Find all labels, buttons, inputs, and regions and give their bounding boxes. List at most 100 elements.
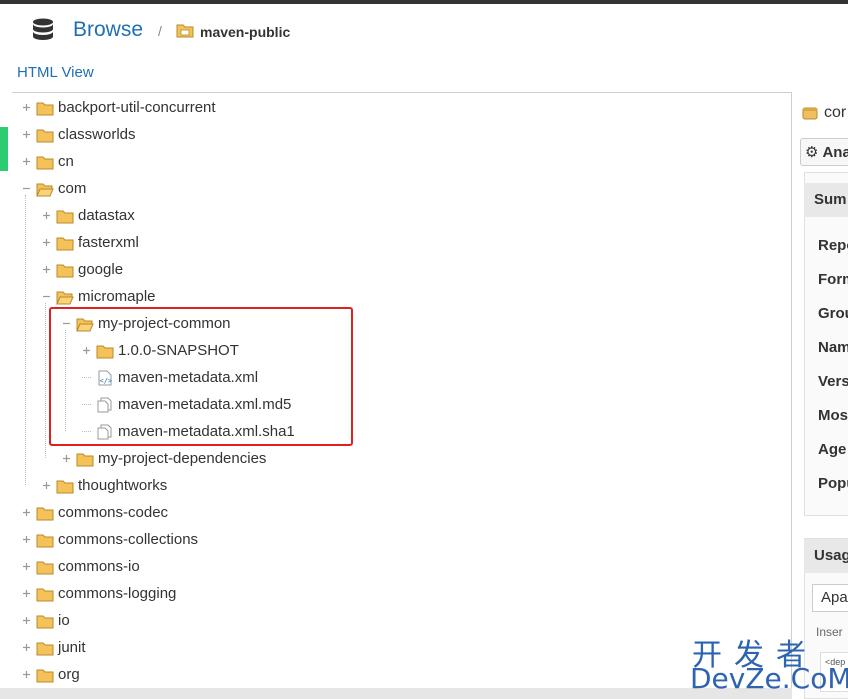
tree-node[interactable]: datastax bbox=[40, 202, 135, 229]
folder-icon bbox=[36, 532, 54, 548]
usage-format-select[interactable]: Apa bbox=[812, 584, 848, 612]
expand-icon[interactable] bbox=[20, 507, 32, 519]
tree-node[interactable]: commons-logging bbox=[20, 580, 176, 607]
folder-icon bbox=[36, 100, 54, 116]
tree-guide-line bbox=[25, 195, 26, 485]
tree-node-label: backport-util-concurrent bbox=[58, 99, 216, 116]
folder-icon bbox=[36, 127, 54, 143]
tree-node[interactable]: com bbox=[20, 175, 86, 202]
tree-guide-line bbox=[45, 303, 46, 458]
folder-icon bbox=[36, 505, 54, 521]
folder-icon bbox=[76, 451, 94, 467]
tree-node-label: thoughtworks bbox=[78, 477, 168, 494]
folder-icon bbox=[56, 208, 74, 224]
tree-node-label: org bbox=[58, 666, 80, 683]
repository-folder-icon bbox=[176, 24, 194, 38]
tree-node[interactable]: fasterxml bbox=[40, 229, 139, 256]
horizontal-scrollbar[interactable] bbox=[0, 688, 792, 699]
tree-node[interactable]: commons-codec bbox=[20, 499, 168, 526]
tree-node-label: commons-codec bbox=[58, 504, 169, 521]
tree-node-label: com bbox=[58, 180, 87, 197]
tree-node-label: io bbox=[58, 612, 70, 629]
expand-icon[interactable] bbox=[40, 237, 52, 249]
expand-icon[interactable] bbox=[20, 642, 32, 654]
highlight-box bbox=[49, 307, 353, 446]
tree-node-label: google bbox=[78, 261, 124, 278]
folder-icon bbox=[56, 262, 74, 278]
tree-node-label: junit bbox=[58, 639, 86, 656]
tree-node-label: datastax bbox=[78, 207, 135, 224]
component-icon bbox=[802, 107, 818, 120]
tree-node[interactable]: org bbox=[20, 661, 80, 688]
expand-icon[interactable] bbox=[20, 669, 32, 681]
folder-open-icon bbox=[56, 289, 74, 305]
tree-node-label: micromaple bbox=[78, 288, 156, 305]
summary-field-label: Vers bbox=[818, 373, 848, 390]
component-detail-panel: cor ⚙ Ana Sum Repo Form Grou Nam Vers Mos Age P… bbox=[792, 92, 848, 699]
expand-icon[interactable] bbox=[40, 480, 52, 492]
tree-node[interactable]: junit bbox=[20, 634, 86, 661]
expand-icon[interactable] bbox=[20, 129, 32, 141]
folder-open-icon bbox=[36, 181, 54, 197]
tree-node[interactable]: classworlds bbox=[20, 121, 136, 148]
component-name: cor bbox=[824, 104, 847, 121]
html-view-link[interactable]: HTML View bbox=[17, 64, 94, 81]
folder-icon bbox=[36, 613, 54, 629]
page-title[interactable]: Browse bbox=[73, 18, 143, 42]
expand-icon[interactable] bbox=[20, 588, 32, 600]
tree-node[interactable]: my-project-dependencies bbox=[60, 445, 266, 472]
expand-icon[interactable] bbox=[40, 264, 52, 276]
folder-icon bbox=[56, 478, 74, 494]
analyze-button[interactable]: ⚙ Ana bbox=[800, 138, 848, 166]
summary-field-label: Form bbox=[818, 271, 848, 288]
tree-node-label: fasterxml bbox=[78, 234, 139, 251]
summary-field-label: Repo bbox=[818, 237, 848, 254]
collapse-icon[interactable] bbox=[40, 291, 52, 303]
expand-icon[interactable] bbox=[40, 210, 52, 222]
database-icon bbox=[33, 18, 53, 40]
folder-icon bbox=[56, 235, 74, 251]
tree-node[interactable]: commons-collections bbox=[20, 526, 198, 553]
tree-node-label: classworlds bbox=[58, 126, 136, 143]
folder-icon bbox=[36, 559, 54, 575]
summary-field-label: Grou bbox=[818, 305, 848, 322]
expand-icon[interactable] bbox=[20, 156, 32, 168]
expand-icon[interactable] bbox=[20, 534, 32, 546]
tree-node[interactable]: micromaple bbox=[40, 283, 156, 310]
tree-node-label: commons-logging bbox=[58, 585, 177, 602]
summary-field-label: Nam bbox=[818, 339, 848, 356]
expand-icon[interactable] bbox=[20, 561, 32, 573]
expand-icon[interactable] bbox=[20, 102, 32, 114]
tree-node-label: commons-collections bbox=[58, 531, 199, 548]
code-snippet[interactable]: <dep bbox=[820, 652, 848, 692]
folder-icon bbox=[36, 586, 54, 602]
analyze-label: Ana bbox=[822, 143, 848, 161]
breadcrumb-repository[interactable]: maven-public bbox=[200, 24, 290, 40]
summary-field-label: Popu bbox=[818, 475, 848, 492]
tree-node[interactable]: io bbox=[20, 607, 70, 634]
expand-icon[interactable] bbox=[20, 615, 32, 627]
breadcrumb-separator: / bbox=[158, 23, 162, 39]
summary-header[interactable]: Sum bbox=[804, 183, 848, 217]
tree-node-label: commons-io bbox=[58, 558, 140, 575]
component-header: cor bbox=[802, 104, 846, 122]
folder-icon bbox=[36, 154, 54, 170]
expand-icon[interactable] bbox=[60, 453, 72, 465]
folder-icon bbox=[36, 640, 54, 656]
folder-icon bbox=[36, 667, 54, 683]
gear-icon: ⚙ bbox=[805, 144, 819, 161]
sidebar-accent bbox=[0, 127, 8, 171]
header: Browse / maven-public bbox=[0, 4, 848, 56]
collapse-icon[interactable] bbox=[20, 183, 32, 195]
tree-node[interactable]: cn bbox=[20, 148, 74, 175]
insert-label: Inser bbox=[816, 625, 843, 639]
tree-node-label: cn bbox=[58, 153, 74, 170]
tree-node[interactable]: commons-io bbox=[20, 553, 140, 580]
tree-node[interactable]: thoughtworks bbox=[40, 472, 167, 499]
tree-node[interactable]: google bbox=[40, 256, 123, 283]
tree-node[interactable]: backport-util-concurrent bbox=[20, 94, 216, 121]
summary-field-label: Age bbox=[818, 441, 847, 458]
tree-node-label: my-project-dependencies bbox=[98, 450, 267, 467]
usage-header[interactable]: Usag bbox=[804, 539, 848, 573]
summary-field-label: Mos bbox=[818, 407, 848, 424]
